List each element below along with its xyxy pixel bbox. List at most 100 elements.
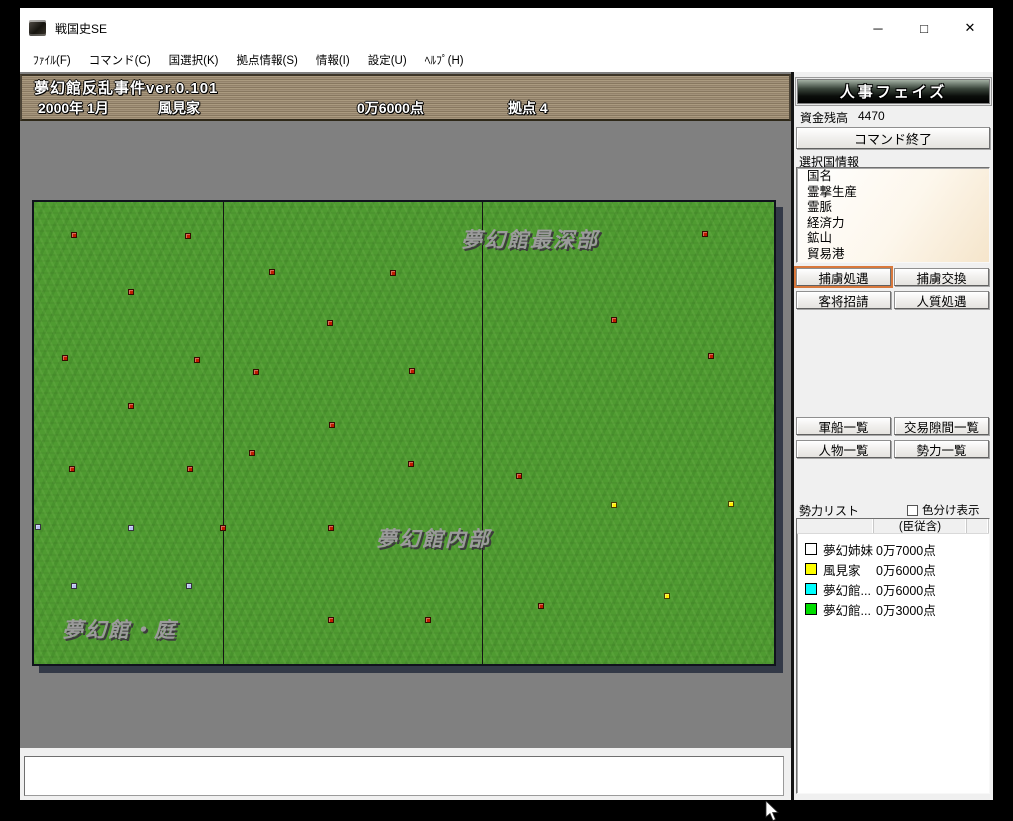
faction-row[interactable]: 風見家 0万6000点 <box>797 559 989 579</box>
faction-row[interactable]: 夢幻姉妹 0万7000点 <box>797 539 989 559</box>
faction-list-title: 勢力リスト <box>799 504 860 518</box>
map-base-marker[interactable] <box>71 583 77 589</box>
map-base-marker[interactable] <box>611 502 617 508</box>
map-base-marker[interactable] <box>35 524 41 530</box>
list-buttons: 軍船一覧 交易隙間一覧 人物一覧 勢力一覧 <box>796 417 989 458</box>
faction-color-swatch <box>805 603 817 615</box>
phase-title: 人事フェイズ <box>798 80 989 103</box>
map-base-marker[interactable] <box>185 233 191 239</box>
mouse-cursor <box>765 801 779 821</box>
faction-points: 0万6000点 <box>876 583 936 598</box>
menu-country-select[interactable]: 国選択(K) <box>160 49 228 71</box>
faction-points: 0万3000点 <box>876 603 936 618</box>
map-base-marker[interactable] <box>71 232 77 238</box>
map-base-marker[interactable] <box>269 269 275 275</box>
map-base-marker[interactable] <box>538 603 544 609</box>
region-border <box>223 202 224 664</box>
message-box <box>24 756 784 796</box>
desktop: 戦国史SE ─ □ ✕ ﾌｧｲﾙ(F) コマンド(C) 国選択(K) 拠点情報(… <box>0 0 1013 821</box>
faction-row[interactable]: 夢幻館... 0万6000点 <box>797 579 989 599</box>
map-base-marker[interactable] <box>128 289 134 295</box>
map-base-marker[interactable] <box>327 320 333 326</box>
person-list-button[interactable]: 人物一覧 <box>796 440 891 458</box>
faction-list[interactable]: (臣従含) 夢幻姉妹 0万7000点 風見家 0万6000点 夢幻館... 0万… <box>796 518 990 794</box>
faction-name: 夢幻館... <box>823 583 871 598</box>
map-base-marker[interactable] <box>702 231 708 237</box>
funds-label: 資金残高 <box>800 111 849 125</box>
country-info-item[interactable]: 霊撃生産 <box>807 185 989 201</box>
region-border <box>482 202 483 664</box>
faction-name: 夢幻館... <box>823 603 871 618</box>
menu-base-info[interactable]: 拠点情報(S) <box>228 49 307 71</box>
title-bar[interactable]: 戦国史SE ─ □ ✕ <box>20 8 993 48</box>
region-label-interior: 夢幻館内部 <box>376 526 491 551</box>
map-base-marker[interactable] <box>253 369 259 375</box>
map-base-marker[interactable] <box>187 466 193 472</box>
map-base-marker[interactable] <box>249 450 255 456</box>
country-info-item[interactable]: 鉱山 <box>807 231 989 247</box>
color-toggle-checkbox[interactable] <box>907 504 918 516</box>
guest-general-invite-button[interactable]: 客将招請 <box>796 291 891 309</box>
personnel-buttons: 捕虜処遇 捕虜交換 客将招請 人質処遇 <box>794 266 989 309</box>
window-controls: ─ □ ✕ <box>855 8 993 48</box>
faction-points: 0万6000点 <box>876 563 936 578</box>
map-base-marker[interactable] <box>390 270 396 276</box>
minimize-button[interactable]: ─ <box>855 8 901 48</box>
prisoner-exchange-button[interactable]: 捕虜交換 <box>894 268 989 286</box>
status-strip <box>20 748 791 800</box>
hostage-treatment-button[interactable]: 人質処遇 <box>894 291 989 309</box>
faction-color-swatch <box>805 563 817 575</box>
menu-help[interactable]: ﾍﾙﾌﾟ(H) <box>416 49 473 71</box>
map-base-marker[interactable] <box>611 317 617 323</box>
menu-file[interactable]: ﾌｧｲﾙ(F) <box>24 49 80 71</box>
map-base-marker[interactable] <box>69 466 75 472</box>
country-info-item[interactable]: 経済力 <box>807 216 989 232</box>
maximize-button[interactable]: □ <box>901 8 947 48</box>
country-info-list[interactable]: 国名 霊撃生産 霊脈 経済力 鉱山 貿易港 <box>796 167 990 263</box>
prisoner-treatment-button[interactable]: 捕虜処遇 <box>794 266 893 288</box>
app-icon <box>29 20 46 36</box>
country-info-item[interactable]: 霊脈 <box>807 200 989 216</box>
map-base-marker[interactable] <box>516 473 522 479</box>
map-base-marker[interactable] <box>220 525 226 531</box>
scenario-title: 夢幻館反乱事件ver.0.101 <box>34 80 219 97</box>
map-base-marker[interactable] <box>328 617 334 623</box>
map-base-marker[interactable] <box>664 593 670 599</box>
warship-list-button[interactable]: 軍船一覧 <box>796 417 891 435</box>
menu-settings[interactable]: 設定(U) <box>359 49 416 71</box>
funds-value: 4470 <box>858 109 885 123</box>
end-command-button[interactable]: コマンド終了 <box>796 127 990 149</box>
main-area: 夢幻館反乱事件ver.0.101 2000年 1月 風見家 0万6000点 拠点… <box>20 72 791 800</box>
menu-command[interactable]: コマンド(C) <box>80 49 160 71</box>
country-info-item[interactable]: 国名 <box>807 169 989 185</box>
faction-name: 風見家 <box>823 563 861 578</box>
funds-row: 資金残高 4470 <box>800 109 885 126</box>
menu-bar: ﾌｧｲﾙ(F) コマンド(C) 国選択(K) 拠点情報(S) 情報(I) 設定(… <box>20 48 993 72</box>
map-base-marker[interactable] <box>408 461 414 467</box>
map-base-marker[interactable] <box>186 583 192 589</box>
map-base-marker[interactable] <box>128 525 134 531</box>
map-base-marker[interactable] <box>62 355 68 361</box>
faction-row[interactable]: 夢幻館... 0万3000点 <box>797 599 989 619</box>
map-base-marker[interactable] <box>329 422 335 428</box>
region-label-deepest: 夢幻館最深部 <box>461 227 599 252</box>
map-base-marker[interactable] <box>128 403 134 409</box>
country-info-item[interactable]: 貿易港 <box>807 247 989 263</box>
color-toggle-label: 色分け表示 <box>922 505 980 517</box>
faction-color-swatch <box>805 543 817 555</box>
menu-info[interactable]: 情報(I) <box>307 49 359 71</box>
map-base-marker[interactable] <box>328 525 334 531</box>
map-base-marker[interactable] <box>425 617 431 623</box>
map-base-marker[interactable] <box>194 357 200 363</box>
faction-header-extra-col <box>967 519 989 533</box>
faction-list-header: (臣従含) <box>797 519 989 534</box>
map-base-marker[interactable] <box>409 368 415 374</box>
game-map[interactable]: 夢幻館最深部 夢幻館内部 夢幻館・庭 <box>32 200 776 666</box>
color-toggle[interactable]: 色分け表示 <box>907 502 980 518</box>
map-base-marker[interactable] <box>708 353 714 359</box>
map-base-marker[interactable] <box>728 501 734 507</box>
clan-points: 0万6000点 <box>357 100 424 116</box>
close-button[interactable]: ✕ <box>947 8 993 48</box>
power-list-button[interactable]: 勢力一覧 <box>894 440 989 458</box>
trade-gap-list-button[interactable]: 交易隙間一覧 <box>894 417 989 435</box>
